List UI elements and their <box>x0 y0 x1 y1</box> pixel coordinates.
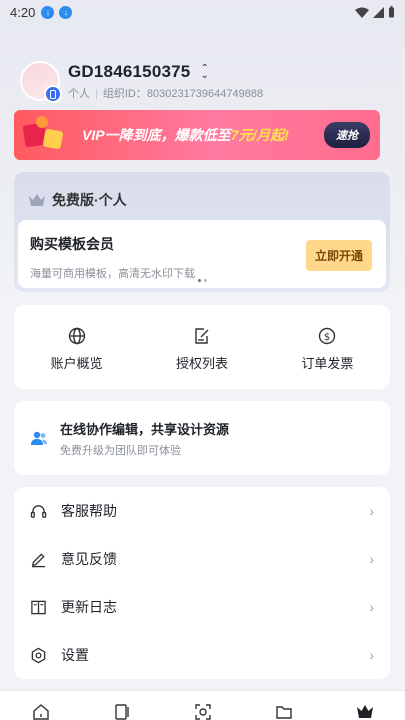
menu-item-changelog[interactable]: 更新日志 › <box>14 583 390 631</box>
quick-label: 账户概览 <box>50 356 103 371</box>
profile-info: GD1846150375 ⌃ ⌄ 个人 | 组织ID：8030231739644749… <box>68 62 263 101</box>
menu-item-feedback[interactable]: 意见反馈 › <box>14 535 390 583</box>
battery-icon <box>389 6 394 18</box>
team-upgrade-card[interactable]: 在线协作编辑，共享设计资源 免费升级为团队即可体验 <box>14 401 390 475</box>
open-membership-button[interactable]: 立即开通 <box>305 240 372 271</box>
plan-title: 免费版·个人 <box>52 192 127 208</box>
system-icons <box>355 6 395 18</box>
svg-text:$: $ <box>324 332 330 343</box>
team-desc: 免费升级为团队即可体验 <box>60 444 181 457</box>
home-icon[interactable] <box>32 703 50 720</box>
account-name: GD1846150375 <box>68 61 191 81</box>
vip-promo-banner[interactable]: VIP一降到底，爆款低至7元/月起! 速抢 <box>14 110 380 160</box>
device-badge-icon <box>44 85 62 103</box>
wifi-icon <box>355 7 369 18</box>
globe-icon <box>68 327 85 345</box>
signal-icon <box>373 6 384 18</box>
chevron-right-icon: › <box>369 551 374 567</box>
headset-icon <box>30 504 47 518</box>
bottom-tab-bar <box>0 690 405 720</box>
chevron-right-icon: › <box>369 599 374 615</box>
menu-label: 意见反馈 <box>61 551 117 567</box>
menu-item-settings[interactable]: 设置 › <box>14 631 390 679</box>
notification-icon: ↓ <box>59 5 73 19</box>
quick-label: 订单发票 <box>301 356 354 371</box>
edit-doc-icon <box>195 328 209 344</box>
vip-promo-prefix: VIP一降到底，爆款低至 <box>82 127 231 143</box>
pencil-icon <box>31 552 46 567</box>
team-users-icon <box>31 431 47 445</box>
account-type: 个人 <box>68 87 90 100</box>
quick-order-invoice[interactable]: $ 订单发票 <box>265 305 390 389</box>
settings-icon <box>31 647 46 663</box>
gift-box-icon <box>14 110 74 160</box>
menu-item-help[interactable]: 客服帮助 › <box>14 487 390 535</box>
avatar[interactable] <box>20 61 62 103</box>
quick-license-list[interactable]: 授权列表 <box>139 305 264 389</box>
quick-account-overview[interactable]: 账户概览 <box>14 305 139 389</box>
dollar-icon: $ <box>319 327 336 345</box>
vip-grab-button[interactable]: 速抢 <box>324 122 370 148</box>
account-meta: 个人 | 组织ID：803023173964474988​8 <box>68 87 264 100</box>
menu-label: 设置 <box>61 647 89 663</box>
chevron-right-icon: › <box>369 503 374 519</box>
quick-label: 授权列表 <box>175 356 228 371</box>
template-icon[interactable] <box>113 703 131 720</box>
quick-actions: 账户概览 授权列表 $ 订单发票 <box>14 305 390 389</box>
settings-menu: 客服帮助 › 意见反馈 › 更新日志 › 设置 › <box>14 487 390 679</box>
plan-card: 免费版·个人 购买模板会员 海量可商用模板，高清无水印下载 立即开通 <box>14 172 390 292</box>
crown-icon[interactable] <box>356 703 374 720</box>
book-icon <box>31 600 46 614</box>
org-id: 803023173964474988​8 <box>146 87 264 100</box>
notification-icon: ↓ <box>41 5 55 19</box>
menu-label: 客服帮助 <box>61 503 117 519</box>
menu-label: 更新日志 <box>61 599 117 615</box>
team-title: 在线协作编辑，共享设计资源 <box>60 421 230 437</box>
org-id-label: 组织ID： <box>102 87 147 100</box>
vip-promo-text: VIP一降到底，爆款低至7元/月起! <box>82 125 289 145</box>
chevron-right-icon: › <box>369 647 374 663</box>
scan-icon[interactable] <box>194 703 212 720</box>
carousel-indicator <box>198 279 207 282</box>
vip-promo-price: 7元/月起! <box>230 127 289 143</box>
profile-header[interactable]: GD1846150375 ⌃ ⌄ 个人 | 组织ID：8030231739644749… <box>20 58 390 104</box>
account-switch-icon[interactable]: ⌃ ⌄ <box>200 63 208 80</box>
crown-icon <box>29 194 45 206</box>
status-bar: 4:20 ↓ ↓ <box>0 0 405 24</box>
buy-membership-card[interactable]: 购买模板会员 海量可商用模板，高清无水印下载 立即开通 <box>18 220 386 288</box>
status-time: 4:20 <box>10 4 36 20</box>
folder-icon[interactable] <box>275 703 293 720</box>
